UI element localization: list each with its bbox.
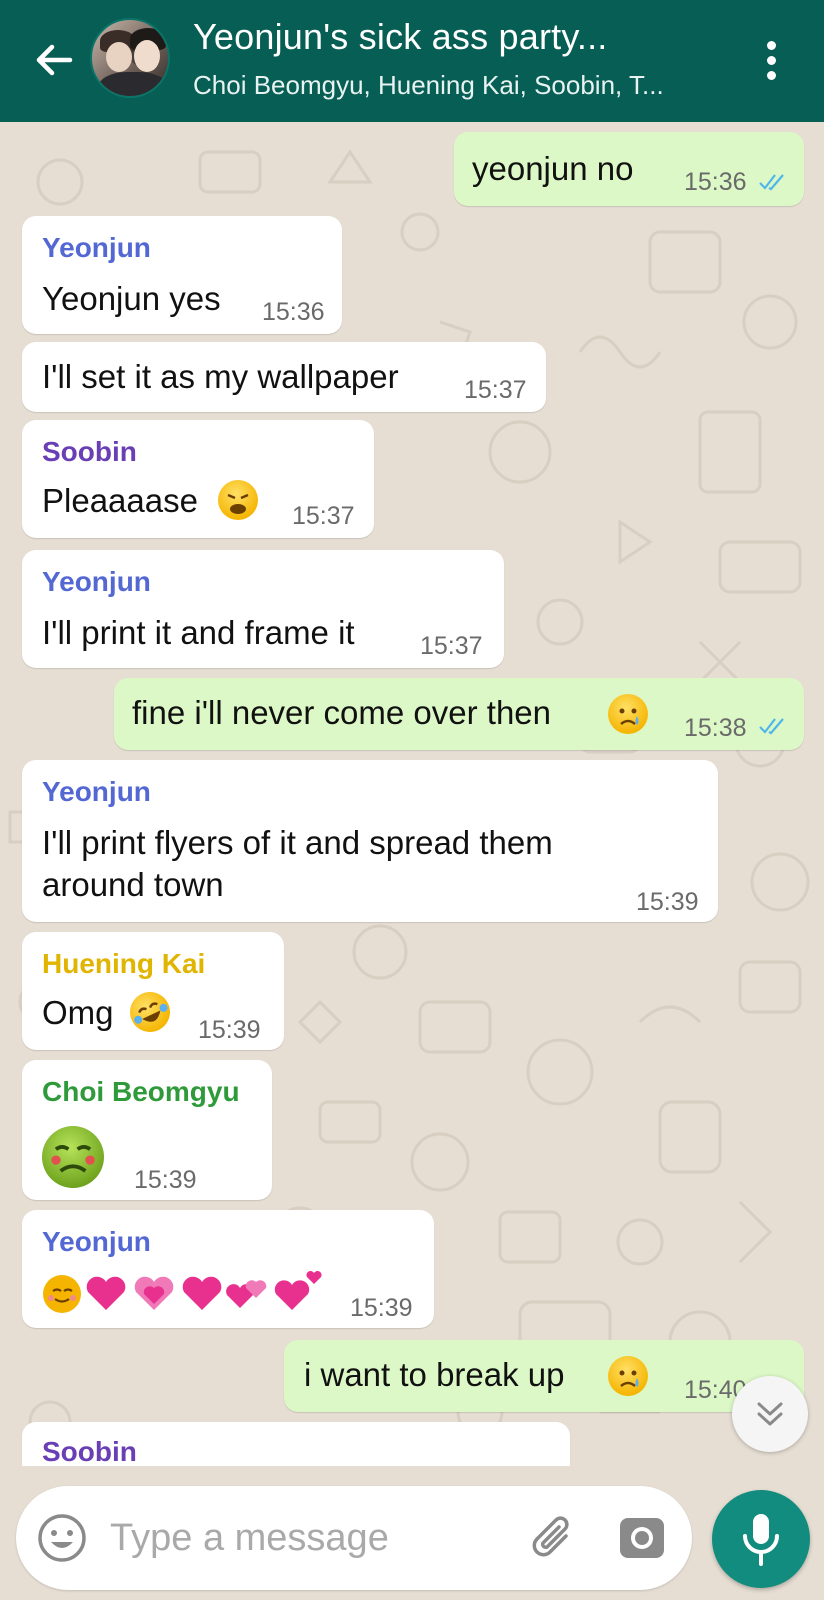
message-bubble-incoming[interactable]: I'll set it as my wallpaper 15:37 (22, 342, 546, 412)
message-time: 15:37 (292, 502, 355, 530)
message-bubble-outgoing[interactable]: i want to break up 15:40 (284, 1340, 804, 1412)
message-text: Pleaaaase (42, 482, 198, 519)
microphone-icon (743, 1514, 779, 1566)
message-time: 15:37 (464, 376, 527, 404)
group-avatar[interactable] (90, 18, 170, 98)
message-time: 15:36 (262, 298, 325, 326)
read-receipt-icon (759, 174, 784, 191)
message-bubble-incoming[interactable]: Yeonjun I'll print flyers of it and spre… (22, 760, 718, 922)
chat-header: Yeonjun's sick ass party... Choi Beomgyu… (0, 0, 824, 122)
microphone-button[interactable] (712, 1490, 810, 1588)
message-bubble-incoming[interactable]: Yeonjun I'll print it and frame it 15:37 (22, 550, 504, 668)
chat-title[interactable]: Yeonjun's sick ass party... (193, 16, 607, 58)
nauseated-face-icon (42, 1126, 104, 1188)
message-text: yeonjun no (472, 150, 634, 187)
crying-face-icon (608, 1356, 648, 1396)
message-time: 15:38 (684, 714, 747, 742)
chat-participants[interactable]: Choi Beomgyu, Huening Kai, Soobin, T... (193, 70, 664, 101)
hearts-emoji-icons (43, 1270, 322, 1313)
sender-name[interactable]: Yeonjun (42, 1226, 151, 1258)
message-bubble-incoming[interactable]: Yeonjun Yeonjun yes 15:36 (22, 216, 342, 334)
message-bubble-incoming[interactable]: Yeonjun 15:39 (22, 1210, 434, 1328)
message-bubble-incoming[interactable]: Choi Beomgyu 15:39 (22, 1060, 272, 1200)
message-text: I'll print flyers of it and spread them (42, 824, 553, 861)
crying-face-icon (608, 694, 648, 734)
message-composer (16, 1486, 692, 1590)
message-time: 15:39 (198, 1016, 261, 1044)
double-chevron-down-icon (757, 1402, 783, 1426)
message-time: 15:36 (684, 168, 747, 196)
sender-name[interactable]: Soobin (42, 1436, 137, 1466)
message-bubble-incoming[interactable]: Soobin (22, 1422, 570, 1466)
message-text: Yeonjun yes (42, 280, 221, 317)
message-text: fine i'll never come over then (132, 694, 552, 731)
message-bubble-incoming[interactable]: Huening Kai Omg 15:39 (22, 932, 284, 1050)
scroll-to-bottom-button[interactable] (732, 1376, 808, 1452)
message-text: i want to break up (304, 1356, 565, 1393)
sender-name[interactable]: Huening Kai (42, 948, 205, 980)
message-text: I'll set it as my wallpaper (42, 358, 399, 395)
message-text: around town (42, 866, 224, 903)
message-list[interactable]: yeonjun no 15:36 Yeonjun Yeonjun yes 15:… (0, 122, 824, 1466)
message-time: 15:39 (350, 1294, 413, 1322)
back-arrow-icon[interactable] (30, 36, 78, 84)
message-time: 15:39 (636, 888, 699, 916)
message-bubble-outgoing[interactable]: yeonjun no 15:36 (454, 132, 804, 206)
sender-name[interactable]: Yeonjun (42, 232, 151, 264)
message-input[interactable] (110, 1508, 500, 1568)
message-text: Omg (42, 994, 114, 1031)
sender-name[interactable]: Yeonjun (42, 776, 151, 808)
more-options-icon[interactable] (756, 38, 786, 86)
sender-name[interactable]: Choi Beomgyu (42, 1076, 240, 1108)
sender-name[interactable]: Yeonjun (42, 566, 151, 598)
camera-icon[interactable] (614, 1510, 670, 1566)
weary-face-icon (218, 480, 258, 520)
rolling-on-floor-laughing-icon (123, 985, 177, 1039)
message-bubble-outgoing[interactable]: fine i'll never come over then 15:38 (114, 678, 804, 750)
sender-name[interactable]: Soobin (42, 436, 137, 468)
message-bubble-incoming[interactable]: Soobin Pleaaaase 15:37 (22, 420, 374, 538)
read-receipt-icon (759, 718, 784, 735)
message-text: I'll print it and frame it (42, 614, 355, 651)
message-time: 15:37 (420, 632, 483, 660)
paperclip-icon[interactable] (526, 1510, 582, 1566)
emoji-icon[interactable] (34, 1510, 90, 1566)
message-time: 15:39 (134, 1166, 197, 1194)
